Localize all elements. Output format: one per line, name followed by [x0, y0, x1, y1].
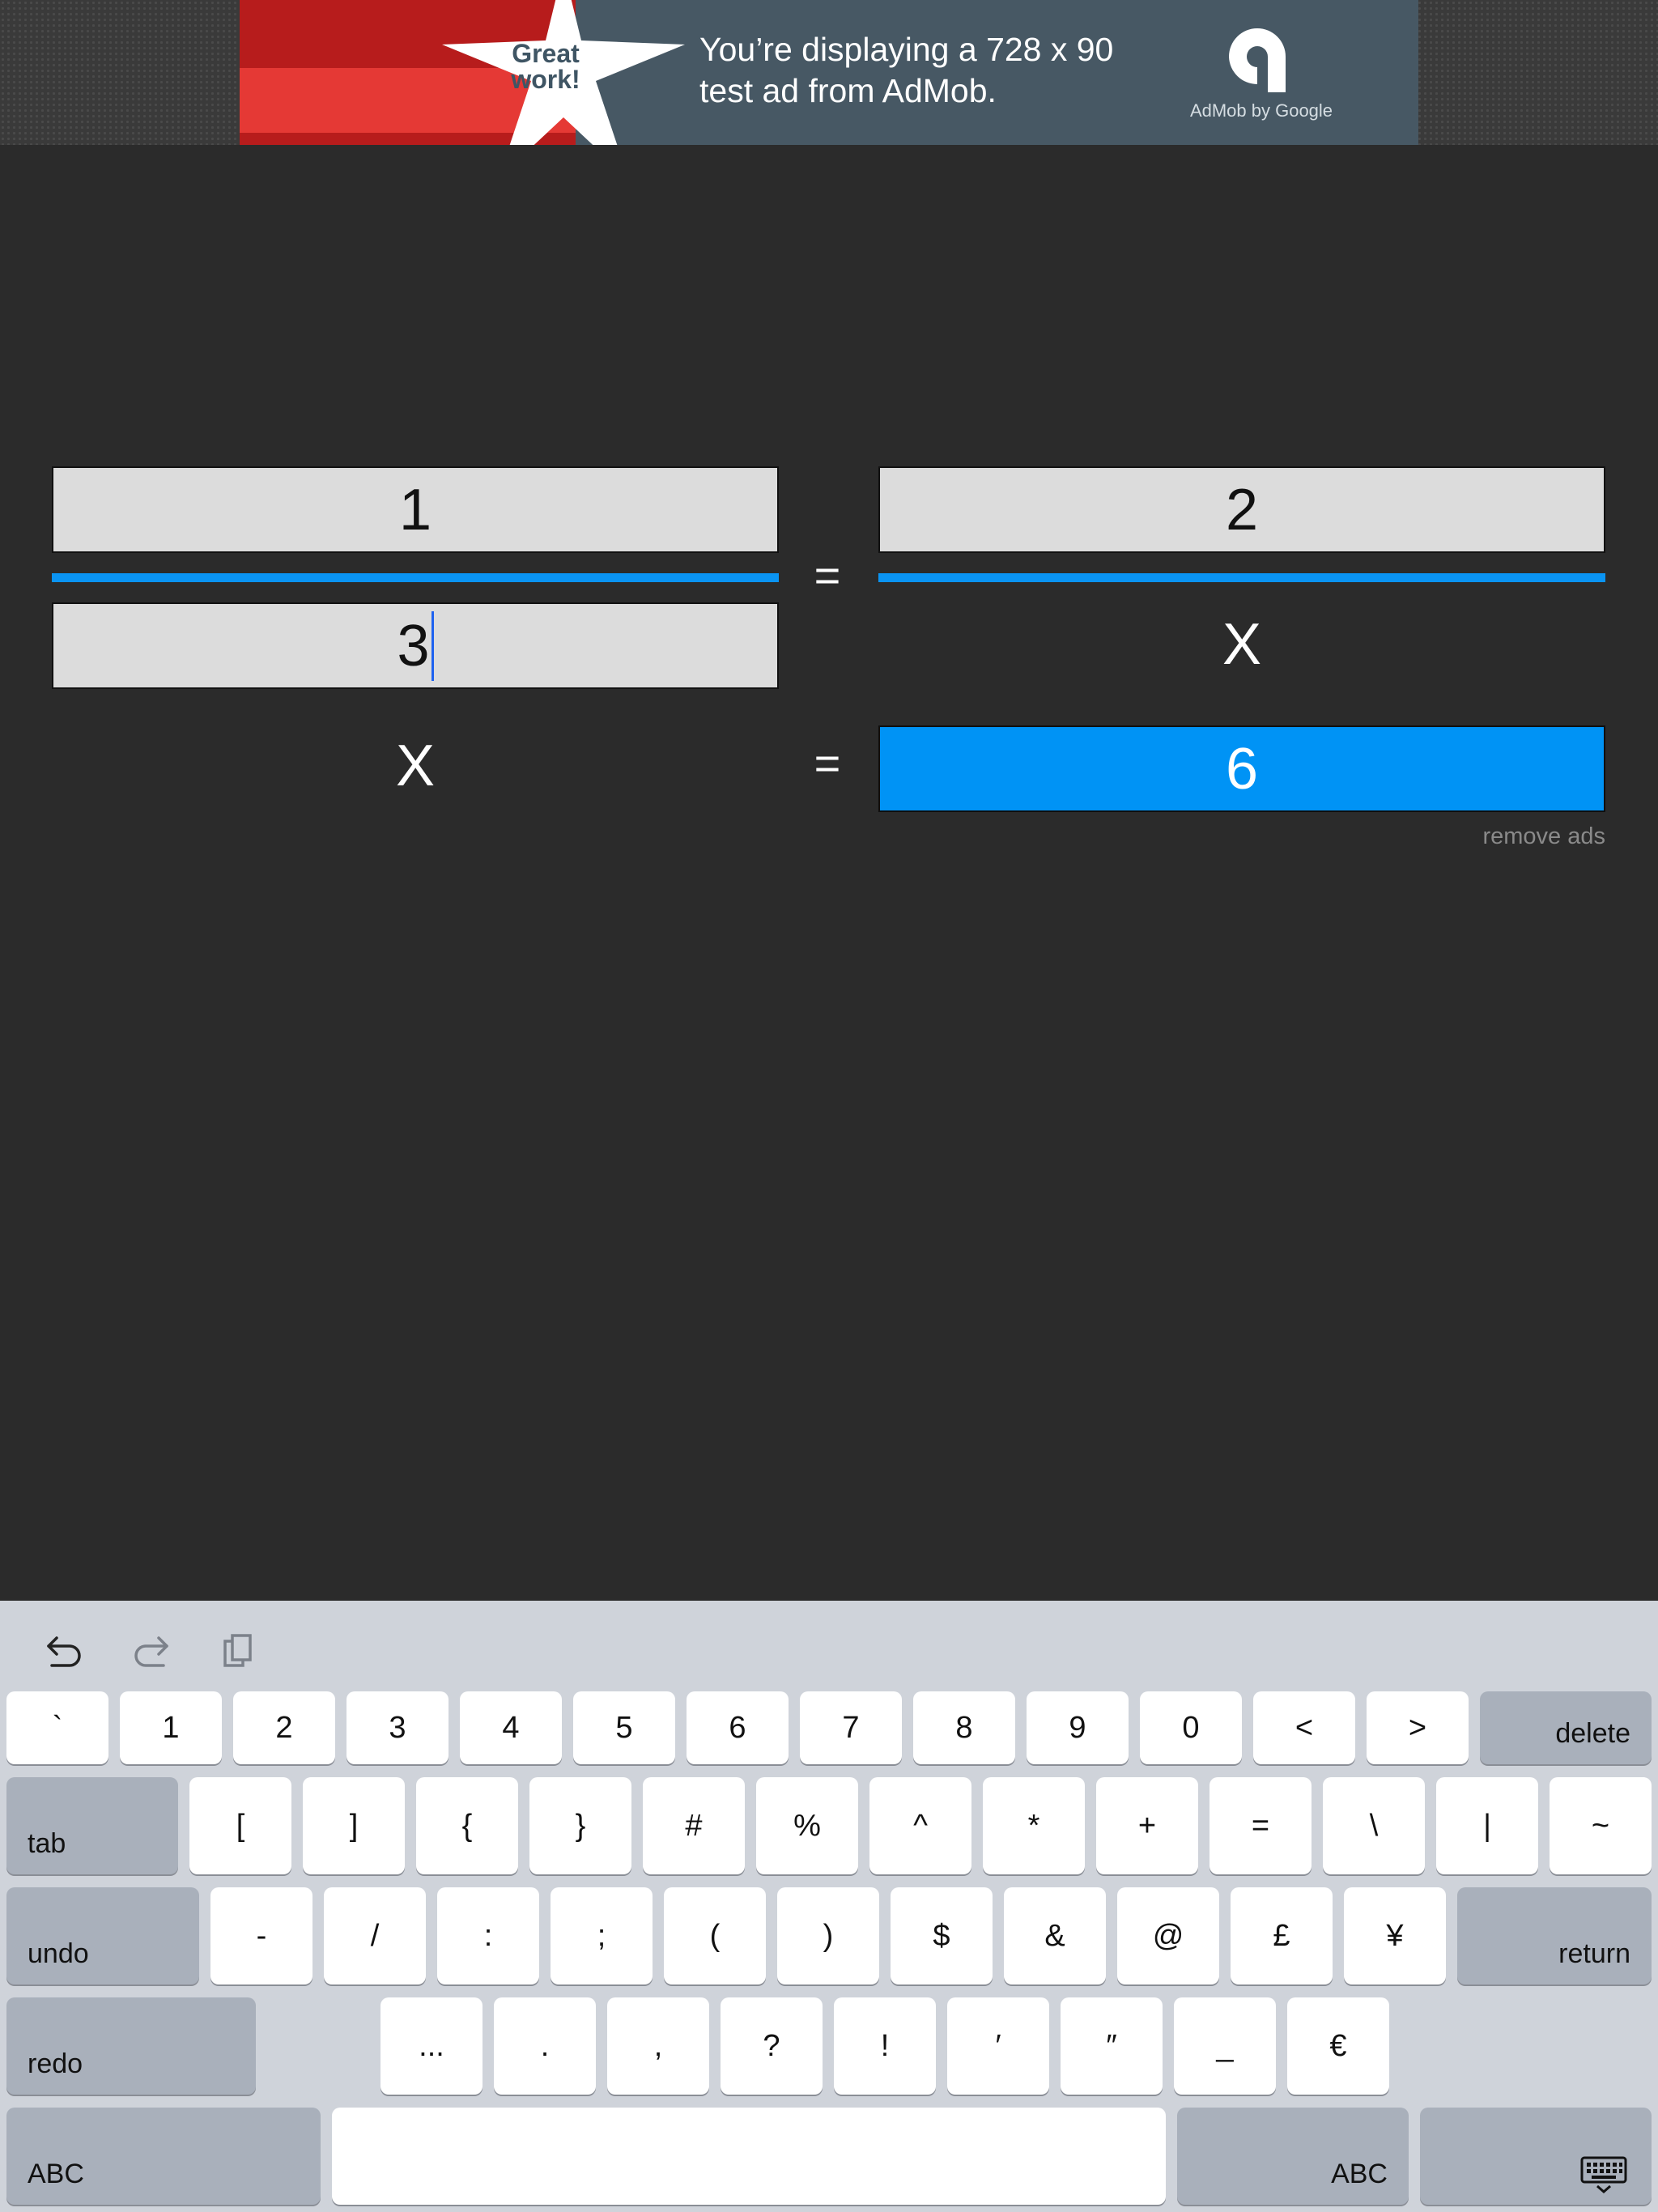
key-exclamation[interactable]: ! [834, 1997, 936, 2095]
ad-message: You’re displaying a 728 x 90 test ad fro… [699, 29, 1185, 112]
key-hash[interactable]: # [643, 1777, 745, 1874]
key-5[interactable]: 5 [573, 1691, 675, 1764]
redo-key[interactable]: redo [6, 1997, 256, 2095]
key-pound[interactable]: £ [1231, 1887, 1333, 1984]
unknown-x-right: X [1222, 612, 1262, 677]
key-at[interactable]: @ [1117, 1887, 1219, 1984]
denominator-left-value: 3 [397, 613, 430, 678]
remove-ads-link[interactable]: remove ads [1482, 823, 1605, 850]
keyboard: ` 1 2 3 4 5 6 7 8 9 0 < > delete tab [ ]… [0, 1601, 1658, 2212]
undo-arrow-icon[interactable] [45, 1633, 83, 1669]
result-x-label: X [395, 734, 436, 798]
key-period[interactable]: . [494, 1997, 596, 2095]
ad-brand-label: AdMob by Google [1189, 100, 1333, 121]
key-9[interactable]: 9 [1027, 1691, 1129, 1764]
redo-arrow-icon[interactable] [133, 1633, 170, 1669]
key-2[interactable]: 2 [233, 1691, 335, 1764]
key-close-paren[interactable]: ) [777, 1887, 879, 1984]
key-close-bracket[interactable]: ] [303, 1777, 405, 1874]
ad-badge-line2: work! [511, 65, 580, 94]
space-bar[interactable] [332, 2108, 1166, 2205]
fraction-bar-right [878, 573, 1605, 582]
key-tilde[interactable]: ~ [1550, 1777, 1652, 1874]
hide-keyboard-key[interactable] [1420, 2108, 1652, 2205]
numerator-right-value: 2 [1225, 477, 1259, 542]
key-1[interactable]: 1 [120, 1691, 222, 1764]
ad-badge-text: Great work! [497, 40, 594, 92]
result-field: 6 [878, 725, 1605, 812]
key-yen[interactable]: ¥ [1344, 1887, 1446, 1984]
key-3[interactable]: 3 [346, 1691, 449, 1764]
result-equals-sign: = [814, 738, 841, 789]
key-dollar[interactable]: $ [891, 1887, 993, 1984]
key-underscore[interactable]: _ [1174, 1997, 1276, 2095]
denominator-left-field[interactable]: 3 [52, 602, 779, 689]
key-plus[interactable]: + [1096, 1777, 1198, 1874]
equals-sign: = [814, 550, 841, 601]
key-greater-than[interactable]: > [1367, 1691, 1469, 1764]
key-colon[interactable]: : [437, 1887, 539, 1984]
abc-key-left[interactable]: ABC [6, 2108, 321, 2205]
key-comma[interactable]: , [607, 1997, 709, 2095]
ad-badge-line1: Great [512, 39, 580, 68]
key-asterisk[interactable]: * [983, 1777, 1085, 1874]
admob-logo-icon [1229, 28, 1286, 92]
ad-message-line1: You’re displaying a 728 x 90 [699, 31, 1114, 68]
key-euro[interactable]: € [1287, 1997, 1389, 2095]
key-semicolon[interactable]: ; [551, 1887, 653, 1984]
key-backtick[interactable]: ` [6, 1691, 108, 1764]
result-value: 6 [1225, 736, 1259, 802]
key-open-bracket[interactable]: [ [189, 1777, 291, 1874]
key-0[interactable]: 0 [1140, 1691, 1242, 1764]
fraction-bar-left [52, 573, 779, 582]
undo-key[interactable]: undo [6, 1887, 199, 1984]
key-percent[interactable]: % [756, 1777, 858, 1874]
key-equals[interactable]: = [1209, 1777, 1312, 1874]
key-ellipsis[interactable]: ... [380, 1997, 483, 2095]
keyboard-dismiss-icon [1580, 2156, 1627, 2193]
ad-banner[interactable]: Great work! You’re displaying a 728 x 90… [240, 0, 1418, 145]
key-backslash[interactable]: \ [1323, 1777, 1425, 1874]
abc-key-right[interactable]: ABC [1177, 2108, 1409, 2205]
key-less-than[interactable]: < [1253, 1691, 1355, 1764]
key-8[interactable]: 8 [913, 1691, 1015, 1764]
key-caret[interactable]: ^ [869, 1777, 971, 1874]
key-question[interactable]: ? [721, 1997, 823, 2095]
key-4[interactable]: 4 [460, 1691, 562, 1764]
key-7[interactable]: 7 [800, 1691, 902, 1764]
return-key[interactable]: return [1457, 1887, 1652, 1984]
key-prime[interactable]: ′ [947, 1997, 1049, 2095]
numerator-left-value: 1 [398, 477, 432, 542]
numerator-left-field[interactable]: 1 [52, 466, 779, 553]
key-hyphen[interactable]: - [210, 1887, 312, 1984]
key-6[interactable]: 6 [687, 1691, 789, 1764]
key-slash[interactable]: / [324, 1887, 426, 1984]
key-close-brace[interactable]: } [529, 1777, 631, 1874]
text-caret [431, 610, 434, 681]
numerator-right-field[interactable]: 2 [878, 466, 1605, 553]
ad-message-line2: test ad from AdMob. [699, 72, 997, 109]
key-ampersand[interactable]: & [1004, 1887, 1106, 1984]
clipboard-icon[interactable] [222, 1633, 254, 1669]
tab-key[interactable]: tab [6, 1777, 178, 1874]
key-open-brace[interactable]: { [416, 1777, 518, 1874]
key-double-prime[interactable]: ″ [1061, 1997, 1163, 2095]
delete-key[interactable]: delete [1480, 1691, 1652, 1764]
key-open-paren[interactable]: ( [664, 1887, 766, 1984]
key-pipe[interactable]: | [1436, 1777, 1538, 1874]
